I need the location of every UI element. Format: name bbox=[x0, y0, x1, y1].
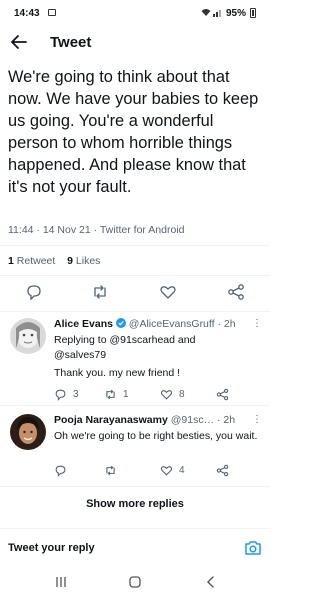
share-button[interactable] bbox=[216, 388, 229, 401]
like-label[interactable]: Likes bbox=[76, 255, 101, 267]
replying-to-line: @salves79 bbox=[54, 349, 107, 361]
like-count: 8 bbox=[179, 389, 185, 400]
reply-action-bar: 4 bbox=[54, 464, 254, 480]
reply-author-handle[interactable]: @91sc… bbox=[171, 414, 214, 426]
divider bbox=[0, 486, 270, 487]
battery-icon bbox=[250, 8, 256, 18]
system-nav-bar bbox=[0, 568, 270, 600]
top-app-bar: Tweet bbox=[0, 26, 270, 62]
like-button[interactable]: 4 bbox=[160, 464, 185, 477]
reply-author-name[interactable]: Pooja Narayanaswamy bbox=[54, 414, 168, 426]
reply-action-bar: 3 1 8 bbox=[54, 388, 254, 404]
reply-composer[interactable]: Tweet your reply bbox=[0, 528, 270, 568]
retweet-count: 1 bbox=[123, 389, 129, 400]
like-button[interactable]: 8 bbox=[160, 388, 185, 401]
recent-apps-icon[interactable] bbox=[55, 576, 67, 588]
reply-header: Pooja Narayanaswamy @91sc… · 2h bbox=[54, 414, 264, 426]
retweet-icon[interactable] bbox=[104, 464, 117, 477]
more-options-icon[interactable]: ⋮ bbox=[252, 318, 262, 329]
avatar[interactable] bbox=[10, 318, 46, 354]
divider bbox=[0, 245, 270, 246]
tweet-action-bar bbox=[0, 283, 270, 305]
tweet-stats: 1 Retweet 9 Likes bbox=[8, 255, 100, 267]
back-arrow-icon[interactable] bbox=[10, 33, 28, 51]
reply-age: · 2h bbox=[217, 318, 236, 330]
status-time: 14:43 bbox=[14, 8, 40, 19]
more-options-icon[interactable]: ⋮ bbox=[252, 414, 262, 425]
reply-input-placeholder[interactable]: Tweet your reply bbox=[8, 542, 95, 554]
reply-text: Oh we're going to be right besties, you … bbox=[54, 430, 258, 442]
divider bbox=[0, 405, 270, 406]
camera-icon[interactable] bbox=[244, 540, 262, 556]
reply-item[interactable]: Alice Evans @AliceEvansGruff · 2h ⋮ Repl… bbox=[0, 318, 270, 406]
share-button[interactable] bbox=[216, 464, 229, 477]
reply-count: 3 bbox=[73, 389, 79, 400]
avatar[interactable] bbox=[10, 414, 46, 450]
reply-author-handle[interactable]: @AliceEvansGruff bbox=[129, 318, 215, 330]
page-title: Tweet bbox=[50, 34, 92, 51]
like-heart-icon[interactable] bbox=[160, 388, 173, 401]
reply-icon[interactable] bbox=[54, 388, 67, 401]
replying-to-line: Replying to @91scarhead and bbox=[54, 334, 196, 346]
wifi-icon bbox=[201, 9, 211, 16]
reply-button[interactable] bbox=[54, 464, 73, 477]
image-icon bbox=[48, 9, 56, 16]
retweet-icon[interactable] bbox=[104, 388, 117, 401]
share-icon[interactable] bbox=[216, 464, 229, 477]
replying-to: Replying to @91scarhead and @salves79 bbox=[54, 333, 259, 363]
share-icon[interactable] bbox=[216, 388, 229, 401]
reply-icon[interactable] bbox=[25, 283, 43, 301]
tweet-text: We're going to think about that now. We … bbox=[8, 68, 259, 196]
retweet-button[interactable]: 1 bbox=[104, 388, 129, 401]
retweet-button[interactable] bbox=[104, 464, 123, 477]
reply-author-name[interactable]: Alice Evans bbox=[54, 318, 113, 330]
reply-icon[interactable] bbox=[54, 464, 67, 477]
reply-item[interactable]: Pooja Narayanaswamy @91sc… · 2h ⋮ Oh we'… bbox=[0, 414, 270, 484]
divider bbox=[0, 311, 270, 312]
tweet-timestamp[interactable]: 11:44 · 14 Nov 21 · Twitter for Android bbox=[8, 224, 184, 236]
status-bar: 14:43 95% bbox=[0, 0, 270, 26]
like-count: 4 bbox=[179, 465, 185, 476]
like-heart-icon[interactable] bbox=[159, 283, 177, 301]
reply-text: Thank you. my new friend ! bbox=[54, 367, 181, 379]
home-icon[interactable] bbox=[129, 576, 141, 588]
battery-percent: 95% bbox=[226, 8, 247, 19]
like-count[interactable]: 9 bbox=[67, 255, 73, 267]
reply-age: · 2h bbox=[217, 414, 236, 426]
divider bbox=[0, 275, 270, 276]
like-heart-icon[interactable] bbox=[160, 464, 173, 477]
verified-badge-icon bbox=[115, 318, 126, 328]
reply-header: Alice Evans @AliceEvansGruff · 2h bbox=[54, 318, 264, 330]
retweet-label[interactable]: Retweet bbox=[17, 255, 56, 267]
retweet-icon[interactable] bbox=[91, 283, 109, 301]
share-icon[interactable] bbox=[227, 283, 245, 301]
signal-icon bbox=[213, 10, 221, 17]
retweet-count[interactable]: 1 bbox=[8, 255, 14, 267]
back-nav-icon[interactable] bbox=[205, 576, 217, 588]
show-more-replies-button[interactable]: Show more replies bbox=[0, 498, 270, 510]
reply-button[interactable]: 3 bbox=[54, 388, 79, 401]
